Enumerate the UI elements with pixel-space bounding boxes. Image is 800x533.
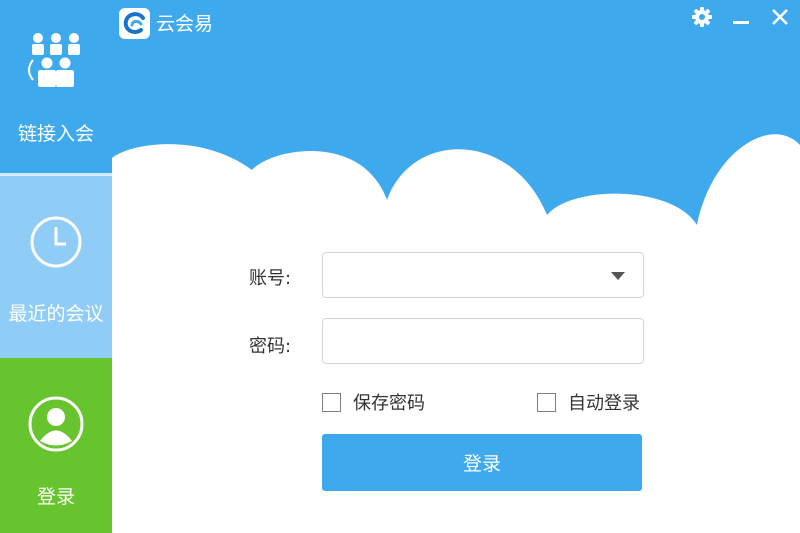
- gear-icon: [692, 7, 712, 27]
- checkbox-box[interactable]: [537, 392, 556, 412]
- sidebar-item-label: 链接入会: [17, 123, 94, 145]
- title-bar: 云会易: [112, 0, 800, 44]
- logo-icon: [123, 12, 145, 34]
- auto-login-checkbox[interactable]: 自动登录: [537, 389, 640, 415]
- group-icon: [28, 33, 80, 87]
- auto-login-label: 自动登录: [568, 393, 640, 414]
- minimize-icon: [733, 21, 749, 24]
- remember-password-label: 保存密码: [353, 393, 425, 414]
- app-title: 云会易: [156, 13, 214, 35]
- settings-button[interactable]: [689, 4, 715, 30]
- password-input[interactable]: [323, 319, 643, 363]
- remember-password-checkbox[interactable]: 保存密码: [322, 389, 425, 415]
- login-button[interactable]: 登录: [322, 434, 642, 491]
- password-label: 密码:: [249, 336, 292, 357]
- sidebar-item-label: 登录: [36, 486, 75, 508]
- minimize-button[interactable]: [728, 4, 754, 30]
- sidebar-divider: [0, 173, 112, 176]
- sidebar-item-label: 最近的会议: [8, 303, 104, 325]
- clock-icon: [30, 216, 82, 268]
- chevron-down-icon[interactable]: [611, 272, 625, 280]
- account-combobox[interactable]: [322, 252, 644, 298]
- sidebar-item-recent-meetings[interactable]: 最近的会议: [0, 175, 112, 358]
- close-button[interactable]: [767, 4, 793, 30]
- checkbox-box[interactable]: [322, 392, 341, 412]
- close-icon: [772, 9, 788, 25]
- account-label: 账号:: [249, 268, 292, 289]
- account-input[interactable]: [323, 253, 643, 297]
- sidebar: 链接入会 最近的会议 登录: [0, 0, 112, 533]
- sidebar-item-login[interactable]: 登录: [0, 358, 112, 533]
- sidebar-item-link-meeting[interactable]: 链接入会: [0, 0, 112, 175]
- user-icon: [28, 396, 84, 452]
- login-window: 链接入会 最近的会议 登录 云会易 账号: 密码: 保存密码 自动登录 登录: [0, 0, 800, 533]
- password-field[interactable]: [322, 318, 644, 364]
- app-logo: [119, 8, 150, 39]
